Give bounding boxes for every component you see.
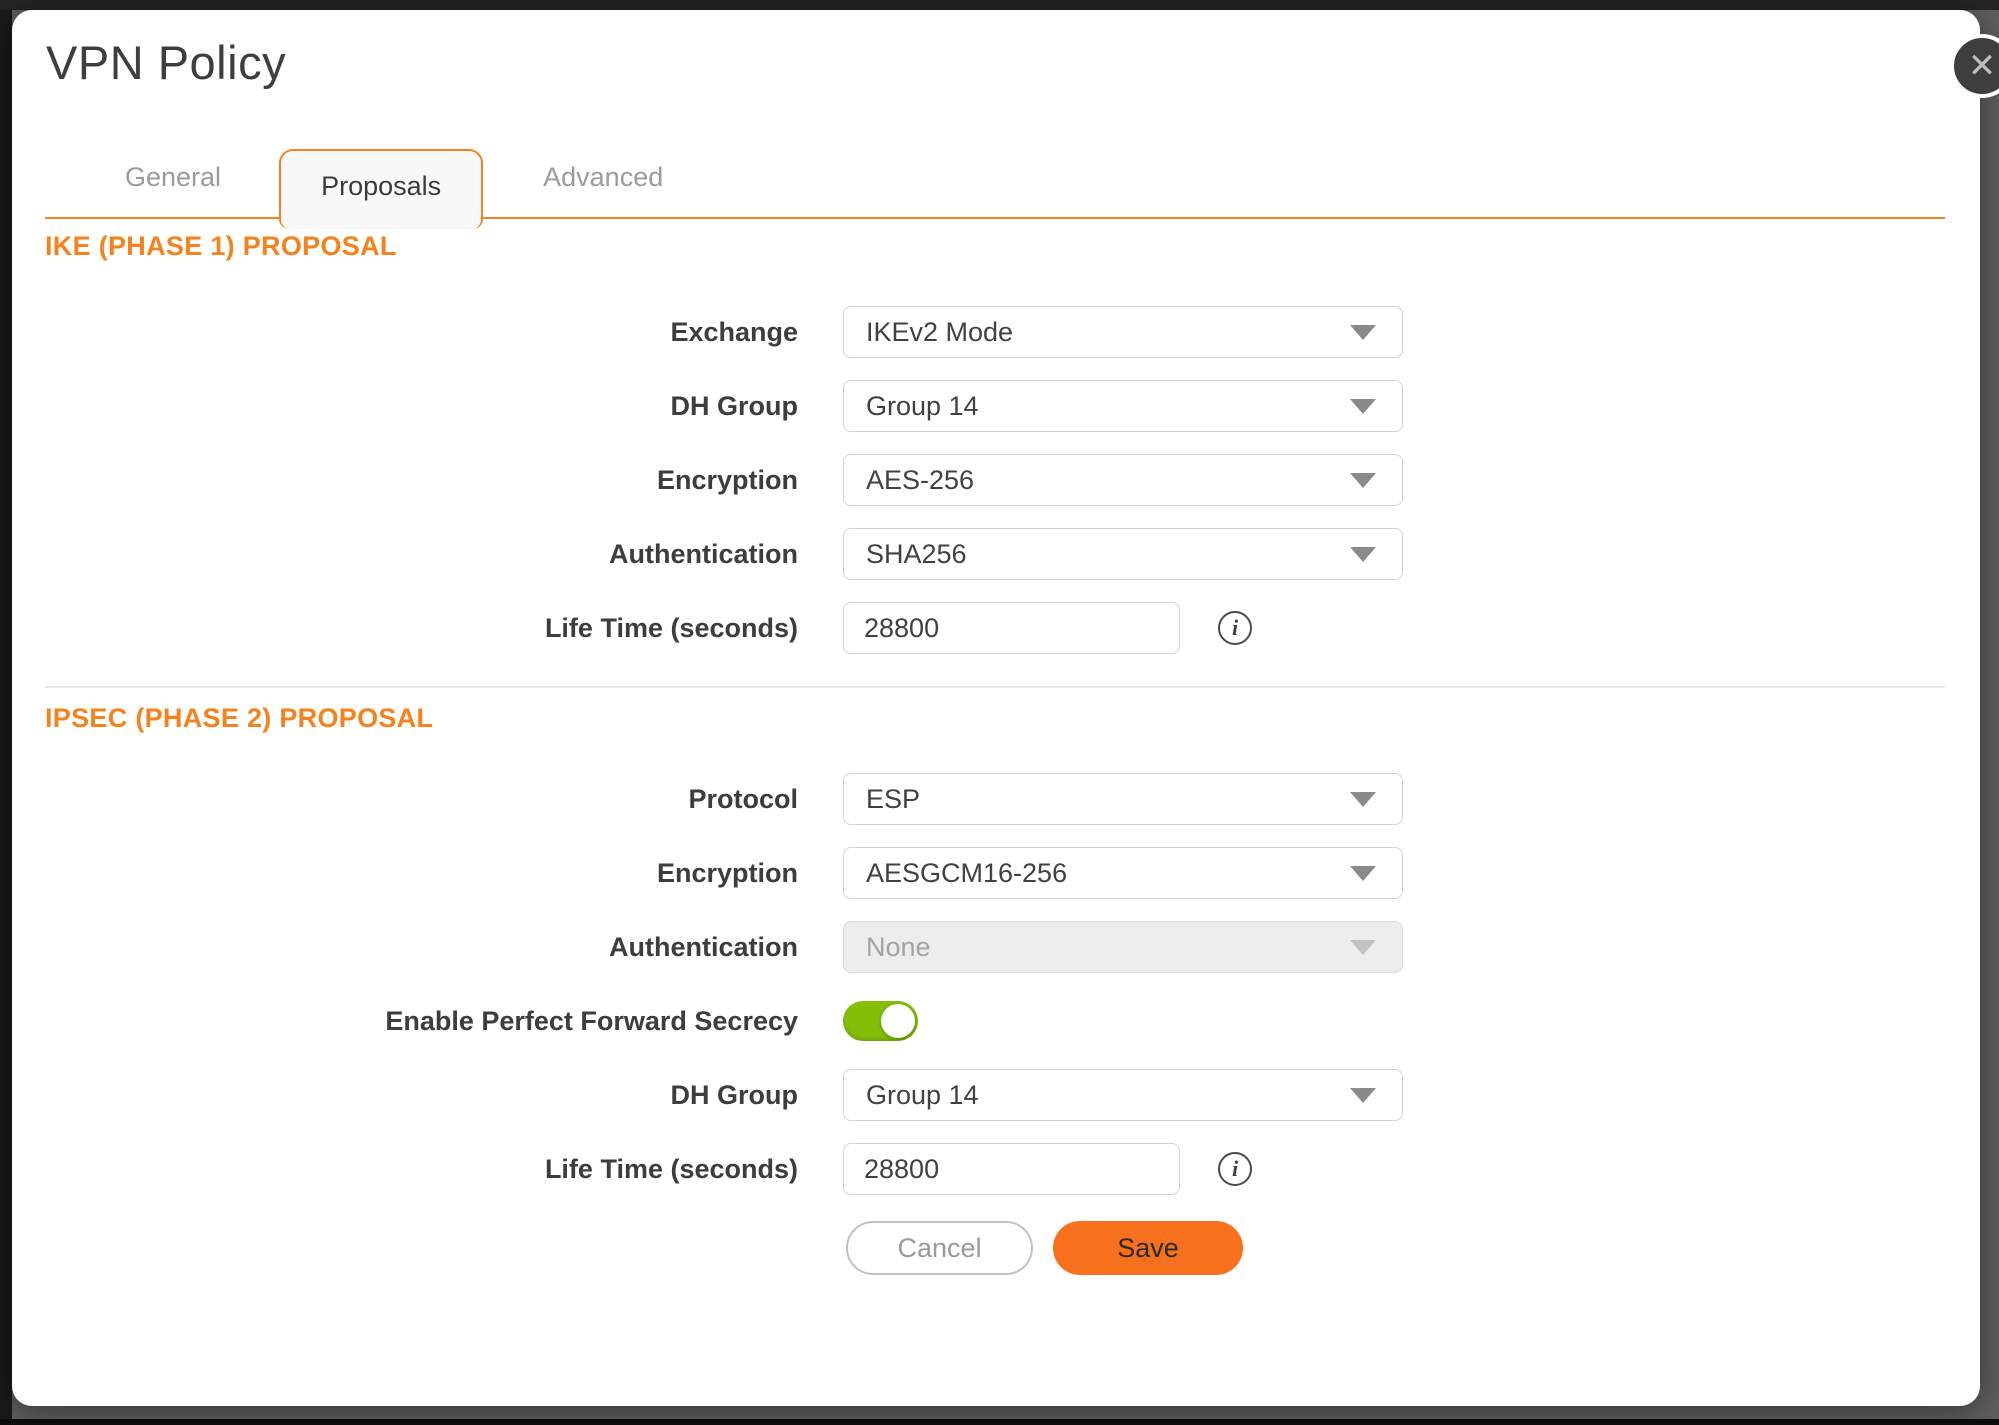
ike-phase1-heading: IKE (PHASE 1) PROPOSAL [45, 231, 1980, 261]
close-icon: ✕ [1968, 49, 1997, 83]
chevron-down-icon [1350, 473, 1376, 488]
ike-life-time-row: Life Time (seconds) i [12, 602, 1980, 654]
exchange-select[interactable]: IKEv2 Mode [843, 306, 1403, 358]
ike-encryption-row: Encryption AES-256 [12, 454, 1980, 506]
ipsec-authentication-row: Authentication None [12, 921, 1980, 973]
chevron-down-icon [1350, 1088, 1376, 1103]
protocol-select[interactable]: ESP [843, 773, 1403, 825]
ike-dh-group-label: DH Group [12, 391, 798, 422]
info-icon[interactable]: i [1218, 1152, 1252, 1186]
ike-dh-group-select[interactable]: Group 14 [843, 380, 1403, 432]
toggle-knob [881, 1004, 915, 1038]
ike-life-time-input[interactable] [843, 602, 1180, 654]
exchange-label: Exchange [12, 317, 798, 348]
ike-life-time-label: Life Time (seconds) [12, 613, 798, 644]
page-title: VPN Policy [46, 35, 1980, 91]
exchange-row: Exchange IKEv2 Mode [12, 306, 1980, 358]
ipsec-phase2-heading: IPSEC (PHASE 2) PROPOSAL [45, 703, 1980, 733]
ike-authentication-select[interactable]: SHA256 [843, 528, 1403, 580]
pfs-row: Enable Perfect Forward Secrecy [12, 995, 1980, 1047]
tab-general[interactable]: General [125, 162, 221, 217]
ipsec-life-time-label: Life Time (seconds) [12, 1154, 798, 1185]
chevron-down-icon [1350, 866, 1376, 881]
background-top-edge [0, 0, 1999, 10]
ike-phase1-form: Exchange IKEv2 Mode DH Group Group 14 En… [12, 306, 1980, 654]
ike-encryption-value: AES-256 [866, 465, 974, 496]
ipsec-authentication-value: None [866, 932, 931, 963]
ipsec-authentication-select-disabled: None [843, 921, 1403, 973]
ike-authentication-row: Authentication SHA256 [12, 528, 1980, 580]
ipsec-dh-group-select[interactable]: Group 14 [843, 1069, 1403, 1121]
info-icon[interactable]: i [1218, 611, 1252, 645]
pfs-label: Enable Perfect Forward Secrecy [12, 1006, 798, 1037]
cancel-button[interactable]: Cancel [846, 1221, 1033, 1275]
pfs-toggle[interactable] [843, 1001, 918, 1041]
ipsec-life-time-row: Life Time (seconds) i [12, 1143, 1980, 1195]
ike-encryption-select[interactable]: AES-256 [843, 454, 1403, 506]
ipsec-encryption-value: AESGCM16-256 [866, 858, 1067, 889]
section-divider [45, 686, 1945, 688]
protocol-label: Protocol [12, 784, 798, 815]
tab-bar: General Proposals Advanced [45, 149, 1945, 219]
ipsec-life-time-input[interactable] [843, 1143, 1180, 1195]
background-bottom-edge [0, 1419, 1999, 1425]
chevron-down-icon [1350, 940, 1376, 955]
ike-authentication-label: Authentication [12, 539, 798, 570]
background-left-edge [0, 0, 12, 1425]
save-button[interactable]: Save [1053, 1221, 1243, 1275]
protocol-value: ESP [866, 784, 920, 815]
ipsec-phase2-form: Protocol ESP Encryption AESGCM16-256 Aut… [12, 773, 1980, 1195]
ike-dh-group-row: DH Group Group 14 [12, 380, 1980, 432]
info-icon-glyph: i [1232, 615, 1238, 641]
chevron-down-icon [1350, 792, 1376, 807]
chevron-down-icon [1350, 399, 1376, 414]
action-buttons: Cancel Save [846, 1221, 1980, 1275]
tab-advanced[interactable]: Advanced [543, 162, 663, 217]
chevron-down-icon [1350, 547, 1376, 562]
info-icon-glyph: i [1232, 1156, 1238, 1182]
tab-proposals[interactable]: Proposals [279, 149, 483, 229]
ike-encryption-label: Encryption [12, 465, 798, 496]
exchange-value: IKEv2 Mode [866, 317, 1013, 348]
ike-dh-group-value: Group 14 [866, 391, 979, 422]
ipsec-authentication-label: Authentication [12, 932, 798, 963]
ipsec-dh-group-label: DH Group [12, 1080, 798, 1111]
chevron-down-icon [1350, 325, 1376, 340]
ike-authentication-value: SHA256 [866, 539, 967, 570]
ipsec-encryption-row: Encryption AESGCM16-256 [12, 847, 1980, 899]
protocol-row: Protocol ESP [12, 773, 1980, 825]
ipsec-encryption-label: Encryption [12, 858, 798, 889]
ipsec-dh-group-row: DH Group Group 14 [12, 1069, 1980, 1121]
vpn-policy-dialog: VPN Policy General Proposals Advanced IK… [12, 10, 1980, 1406]
ipsec-encryption-select[interactable]: AESGCM16-256 [843, 847, 1403, 899]
ipsec-dh-group-value: Group 14 [866, 1080, 979, 1111]
